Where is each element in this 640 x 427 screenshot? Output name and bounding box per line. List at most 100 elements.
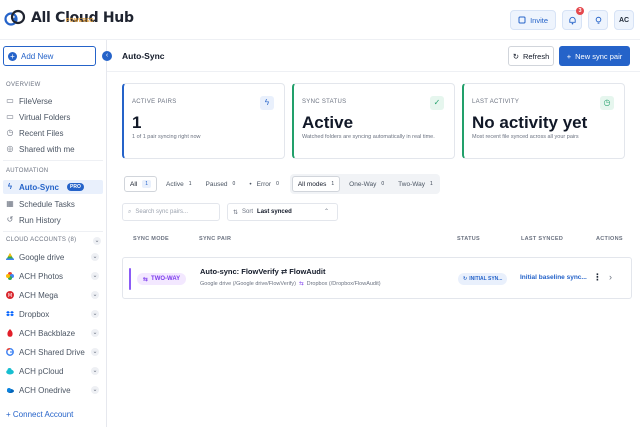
sidebar-item-recent-files[interactable]: ◷ Recent Files bbox=[3, 126, 103, 140]
filter-one-way[interactable]: One-Way 0 bbox=[344, 176, 389, 192]
sidebar-item-shared-with-me[interactable]: ◎ Shared with me bbox=[3, 142, 103, 156]
chevron-down-icon[interactable]: ⌄ bbox=[91, 329, 99, 337]
sidebar-item-ach-photos[interactable]: ACH Photos ⌄ bbox=[3, 269, 103, 283]
column-header-actions: ACTIONS bbox=[596, 236, 623, 242]
bell-icon bbox=[568, 16, 576, 24]
pro-badge: PRO bbox=[67, 183, 84, 191]
invite-button[interactable]: Invite bbox=[510, 10, 556, 30]
sidebar-item-label: ACH Backblaze bbox=[19, 328, 76, 338]
notifications-button[interactable]: 3 bbox=[562, 7, 584, 30]
mega-icon: M bbox=[6, 291, 14, 299]
chevron-down-icon[interactable]: ⌄ bbox=[91, 367, 99, 375]
backblaze-icon bbox=[7, 329, 13, 337]
search-input[interactable]: ⌕ Search sync pairs... bbox=[122, 203, 220, 221]
sync-status-card: SYNC STATUS Active Watched folders are s… bbox=[292, 83, 455, 159]
chevron-down-icon[interactable]: ⌄ bbox=[91, 310, 99, 318]
svg-text:M: M bbox=[8, 293, 12, 299]
two-way-icon: ⇆ bbox=[143, 276, 149, 283]
automation-header: AUTOMATION bbox=[6, 168, 49, 174]
sidebar-item-ach-mega[interactable]: M ACH Mega ⌄ bbox=[3, 288, 103, 302]
sidebar-item-label: FileVerse bbox=[19, 96, 53, 106]
filter-active[interactable]: Active 1 bbox=[161, 176, 196, 192]
calendar-icon: ▦ bbox=[6, 199, 14, 208]
connect-account-link[interactable]: + Connect Account bbox=[6, 410, 73, 419]
invite-icon bbox=[518, 16, 526, 24]
sort-icon: ⇅ bbox=[233, 209, 239, 216]
sidebar-item-auto-sync[interactable]: ϟ Auto-Sync PRO bbox=[3, 180, 103, 194]
chevron-down-icon[interactable]: ⌄ bbox=[91, 348, 99, 356]
plus-icon: + bbox=[8, 51, 17, 61]
active-pairs-card: ACTIVE PAIRS 1 1 of 1 pair syncing right… bbox=[122, 83, 285, 159]
card-description: Most recent file synced across all your … bbox=[472, 134, 579, 140]
sidebar-item-virtual-folders[interactable]: ▭ Virtual Folders bbox=[3, 110, 103, 124]
sync-pair-paths: Google drive (/Google drive/FlowVerify) … bbox=[200, 281, 381, 287]
filter-two-way[interactable]: Two-Way 1 bbox=[393, 176, 438, 192]
card-label: SYNC STATUS bbox=[302, 99, 347, 105]
sync-pair-title[interactable]: Auto-sync: FlowVerify ⇄ FlowAudit bbox=[200, 267, 325, 276]
row-accent bbox=[129, 268, 131, 290]
search-placeholder: Search sync pairs... bbox=[135, 209, 189, 215]
table-row[interactable]: ⇆ TWO-WAY Auto-sync: FlowVerify ⇄ FlowAu… bbox=[122, 257, 632, 299]
filter-label: Active bbox=[166, 180, 184, 188]
top-bar: All Cloud Hub POWERED Invite 3 AC bbox=[0, 0, 640, 40]
sidebar-item-label: ACH Onedrive bbox=[19, 385, 71, 395]
sidebar-item-fileverse[interactable]: ▭ FileVerse bbox=[3, 94, 103, 108]
chevron-right-icon[interactable]: › bbox=[609, 272, 612, 282]
status-badge: ↻ INITIAL SYN... bbox=[458, 273, 508, 285]
add-new-button[interactable]: + Add New bbox=[3, 46, 96, 66]
two-way-arrow-icon: ⇆ bbox=[298, 281, 304, 287]
filter-label: Two-Way bbox=[398, 180, 426, 188]
last-synced-value: Initial baseline sync... bbox=[520, 274, 587, 281]
sidebar-item-label: Run History bbox=[19, 215, 61, 225]
sidebar-item-dropbox[interactable]: Dropbox ⌄ bbox=[3, 307, 103, 321]
filter-label: One-Way bbox=[349, 180, 377, 188]
sidebar-item-label: Shared with me bbox=[19, 144, 75, 154]
filter-all-modes[interactable]: All modes 1 bbox=[291, 176, 341, 192]
sidebar-item-ach-pcloud[interactable]: ACH pCloud ⌄ bbox=[3, 364, 103, 378]
share-icon: ◎ bbox=[6, 144, 14, 153]
check-icon: ✓ bbox=[430, 96, 444, 110]
sidebar-item-run-history[interactable]: ↺ Run History bbox=[3, 213, 103, 227]
sidebar-item-ach-onedrive[interactable]: ACH Onedrive ⌄ bbox=[3, 383, 103, 397]
column-header-status: STATUS bbox=[457, 236, 480, 242]
folder-icon: ▭ bbox=[6, 96, 14, 105]
sidebar-item-schedule-tasks[interactable]: ▦ Schedule Tasks bbox=[3, 197, 103, 211]
notification-badge: 3 bbox=[576, 7, 584, 15]
mode-badge: ⇆ TWO-WAY bbox=[137, 273, 187, 285]
new-sync-pair-button[interactable]: + New sync pair bbox=[559, 46, 630, 66]
sidebar-item-label: Recent Files bbox=[19, 128, 64, 138]
filter-label: Paused bbox=[205, 180, 228, 188]
sync-icon: ↻ bbox=[463, 276, 468, 282]
sidebar-item-google-drive[interactable]: Google drive ⌄ bbox=[3, 250, 103, 264]
chevron-down-icon[interactable]: ⌄ bbox=[93, 237, 101, 245]
filter-paused[interactable]: Paused 0 bbox=[201, 176, 241, 192]
more-options-icon[interactable]: ⋮ bbox=[593, 272, 602, 283]
avatar[interactable]: AC bbox=[614, 10, 634, 30]
sidebar-item-label: Auto-Sync bbox=[19, 182, 59, 192]
sidebar-item-ach-backblaze[interactable]: ACH Backblaze ⌄ bbox=[3, 326, 103, 340]
google-icon bbox=[6, 348, 14, 356]
tips-button[interactable] bbox=[588, 10, 608, 30]
filter-all[interactable]: All 1 bbox=[124, 176, 158, 192]
sidebar-item-label: ACH Mega bbox=[19, 290, 59, 300]
chevron-down-icon[interactable]: ⌄ bbox=[91, 291, 99, 299]
card-value: No activity yet bbox=[472, 113, 588, 132]
folder-icon: ▭ bbox=[6, 112, 14, 121]
sidebar-item-ach-shared-drive[interactable]: ACH Shared Drive ⌄ bbox=[3, 345, 103, 359]
chevron-down-icon[interactable]: ⌄ bbox=[91, 253, 99, 261]
filter-count: 0 bbox=[276, 181, 279, 187]
sidebar-item-label: ACH pCloud bbox=[19, 366, 64, 376]
table-header: SYNC MODE SYNC PAIR STATUS LAST SYNCED A… bbox=[107, 232, 640, 248]
sidebar-item-label: ACH Shared Drive bbox=[19, 347, 85, 357]
chevron-down-icon[interactable]: ⌄ bbox=[91, 386, 99, 394]
filter-error[interactable]: • Error 0 bbox=[244, 176, 284, 192]
filter-count: 1 bbox=[430, 181, 433, 187]
lightbulb-icon bbox=[595, 16, 601, 24]
mode-label: TWO-WAY bbox=[151, 276, 181, 282]
refresh-label: Refresh bbox=[523, 51, 550, 61]
sort-select[interactable]: ⇅ Sort Last synced ⌃ bbox=[227, 203, 338, 221]
chevron-down-icon[interactable]: ⌄ bbox=[91, 272, 99, 280]
refresh-button[interactable]: ↻ Refresh bbox=[508, 46, 554, 66]
sort-label: Sort bbox=[242, 209, 254, 215]
column-header-mode: SYNC MODE bbox=[133, 236, 170, 242]
